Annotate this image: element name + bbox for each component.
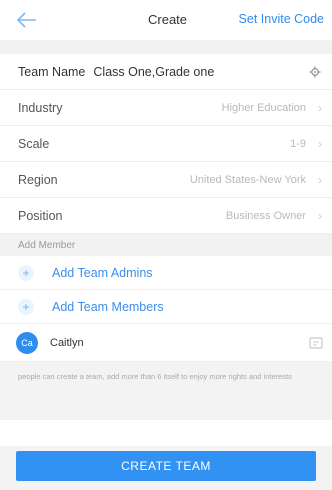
industry-value: Higher Education xyxy=(221,101,306,114)
chevron-right-icon: › xyxy=(318,136,322,151)
add-team-admins-label: Add Team Admins xyxy=(52,265,153,280)
team-name-label: Team Name xyxy=(18,64,86,79)
scale-row[interactable]: Scale 1-9 › xyxy=(0,126,332,162)
position-label: Position xyxy=(18,208,63,223)
settings-icon[interactable] xyxy=(308,65,322,79)
team-name-row[interactable]: Team Name Class One,Grade one xyxy=(0,54,332,90)
add-team-admins-button[interactable]: + Add Team Admins xyxy=(0,256,332,290)
chevron-right-icon: › xyxy=(318,172,322,187)
industry-label: Industry xyxy=(18,100,63,115)
section-spacer xyxy=(0,40,332,54)
plus-icon: + xyxy=(18,298,34,315)
add-team-members-button[interactable]: + Add Team Members xyxy=(0,290,332,324)
region-label: Region xyxy=(18,172,58,187)
tip-text: people can create a team, add more than … xyxy=(0,362,332,420)
add-team-members-label: Add Team Members xyxy=(52,299,164,314)
member-list-item[interactable]: Ca Caitlyn xyxy=(0,324,332,362)
add-member-section-title: Add Member xyxy=(0,234,332,256)
region-value: United States-New York xyxy=(189,173,306,186)
create-team-button[interactable]: CREATE TEAM xyxy=(16,451,316,481)
set-invite-code-link[interactable]: Set Invite Code xyxy=(239,12,324,26)
industry-row[interactable]: Industry Higher Education › xyxy=(0,90,332,126)
footer-bar: CREATE TEAM xyxy=(0,446,332,490)
back-arrow-icon[interactable] xyxy=(14,8,40,32)
scale-value: 1-9 xyxy=(290,137,306,150)
chevron-right-icon: › xyxy=(318,100,322,115)
position-row[interactable]: Position Business Owner › xyxy=(0,198,332,234)
nav-header: Create Set Invite Code xyxy=(0,0,332,40)
member-name: Caitlyn xyxy=(50,336,84,349)
card-icon[interactable] xyxy=(308,336,324,350)
team-name-value[interactable]: Class One,Grade one xyxy=(93,65,214,79)
page-title: Create xyxy=(148,12,188,27)
scale-label: Scale xyxy=(18,136,50,151)
plus-icon: + xyxy=(18,264,34,281)
avatar: Ca xyxy=(16,331,38,354)
region-row[interactable]: Region United States-New York › xyxy=(0,162,332,198)
position-value: Business Owner xyxy=(225,209,306,222)
chevron-right-icon: › xyxy=(318,208,322,223)
